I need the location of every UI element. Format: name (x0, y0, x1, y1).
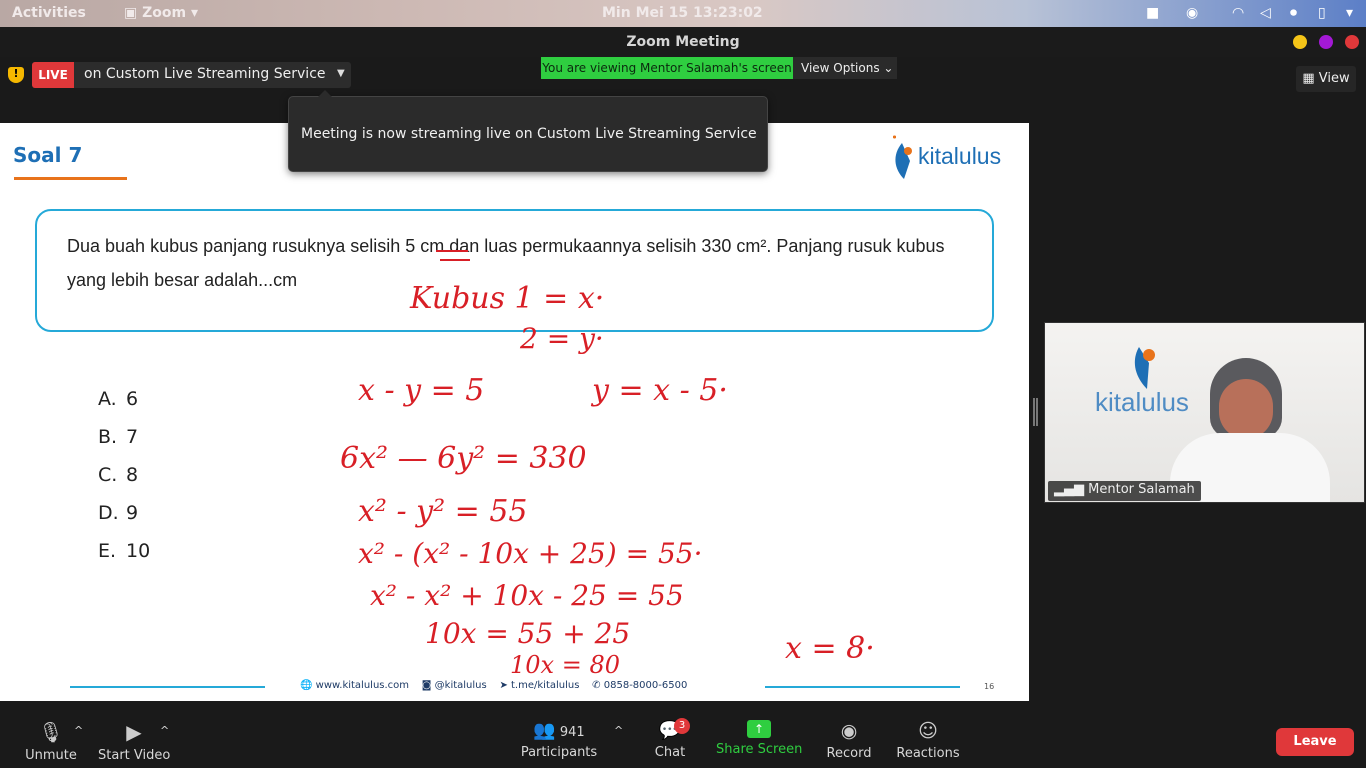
participant-video[interactable]: kitalulus ▂▄▆ Mentor Salamah (1044, 322, 1365, 503)
volume-icon[interactable]: ◁ (1260, 5, 1271, 21)
desktop-topbar: Activities ▣ Zoom ▾ Min Mei 15 13:23:02 … (0, 0, 1366, 27)
live-stream-control[interactable]: LIVE on Custom Live Streaming Service ▼ (32, 62, 351, 88)
minimize-button[interactable] (1293, 35, 1307, 49)
share-screen-button[interactable]: ↑ Share Screen (716, 720, 802, 757)
record-button[interactable]: ◉ Record (824, 720, 874, 761)
participant-name-tag: ▂▄▆ Mentor Salamah (1048, 481, 1201, 501)
grid-icon: ▦ (1302, 71, 1315, 86)
zoom-app-icon: ▣ (124, 5, 138, 21)
discord-tray-icon[interactable]: ◉ (1186, 5, 1198, 21)
ink-line: x² - y² = 55 (358, 494, 528, 529)
whatsapp-icon: ✆ (592, 680, 601, 691)
footer-rule-right (765, 686, 960, 688)
drag-handle[interactable] (1033, 398, 1038, 426)
app-menu[interactable]: ▣ Zoom ▾ (124, 5, 198, 21)
record-icon: ◉ (840, 720, 858, 742)
chat-badge: 3 (674, 718, 690, 734)
footer-rule-left (70, 686, 265, 688)
share-screen-icon: ↑ (747, 720, 771, 738)
signal-icon: ▂▄▆ (1054, 482, 1084, 497)
toast-text: Meeting is now streaming live on Custom … (301, 126, 757, 142)
instagram-icon: ◙ (421, 680, 432, 691)
leave-button[interactable]: Leave (1276, 728, 1354, 756)
participants-button[interactable]: 👥 941 Participants (518, 720, 600, 760)
muted-mic-icon: 🎙 (38, 720, 64, 744)
live-badge: LIVE (32, 62, 74, 88)
meeting-toolbar: 🎙 ^ Unmute ▶︎ ^ Start Video 👥 941 Particip… (0, 716, 1366, 768)
chevron-down-icon: ⌄ (883, 61, 894, 75)
ink-annotations: Kubus 1 = x· 2 = y· x - y = 5 y = x - 5·… (340, 250, 875, 679)
ink-line: 2 = y· (519, 322, 604, 355)
mic-icon[interactable]: ⏺ (1290, 5, 1297, 21)
wall-logo-text: kitalulus (1095, 387, 1189, 417)
security-shield-icon[interactable]: ! (8, 67, 24, 83)
unmute-button[interactable]: 🎙 ^ Unmute (24, 720, 83, 763)
kitalulus-wall-logo-mark (1134, 347, 1155, 389)
ink-line: x² - (x² - 10x + 25) = 55· (358, 537, 703, 570)
participants-icon: 👥 (533, 720, 556, 741)
participants-count: 941 (559, 725, 585, 740)
chat-button[interactable]: 💬 3 Chat (648, 718, 692, 760)
ink-line: Kubus 1 = x· (409, 281, 604, 316)
slide-footer: 🌐 www.kitalulus.com ◙ @kitalulus ➤ t.me/… (300, 680, 688, 691)
page-number: 16 (984, 682, 995, 691)
zoom-tray-icon[interactable]: ■ (1146, 5, 1159, 21)
shared-screen: Soal 7 kitalulus Dua buah kubus panjang … (0, 123, 1029, 701)
ink-line: 6x² — 6y² = 330 (340, 441, 587, 476)
window-titlebar: Zoom Meeting (0, 27, 1366, 57)
activities-button[interactable]: Activities (12, 5, 86, 21)
chevron-down-icon: ▼ (337, 68, 345, 79)
start-video-button[interactable]: ▶︎ ^ Start Video (98, 720, 170, 763)
ink-line: 10x = 55 + 25 (425, 617, 630, 650)
reactions-icon: ☺ (918, 720, 938, 742)
ink-underline (436, 250, 470, 261)
face (1219, 379, 1273, 439)
chevron-up-icon[interactable]: ^ (160, 724, 169, 737)
wifi-icon[interactable]: ◠ (1232, 5, 1244, 21)
ink-line: x² - x² + 10x - 25 = 55 (370, 579, 684, 612)
video-off-icon: ▶︎ (126, 720, 142, 744)
view-button[interactable]: ▦ View (1296, 66, 1356, 92)
battery-icon[interactable]: ▯ (1318, 5, 1326, 21)
ink-line: x = 8· (785, 631, 875, 666)
streaming-toast: Meeting is now streaming live on Custom … (288, 96, 768, 172)
maximize-button[interactable] (1319, 35, 1333, 49)
globe-icon: 🌐 (300, 680, 313, 691)
ink-line: x - y = 5 (358, 373, 484, 408)
chevron-up-icon[interactable]: ^ (614, 724, 623, 737)
close-button[interactable] (1345, 35, 1359, 49)
telegram-icon: ➤ (499, 680, 508, 691)
toast-pointer (318, 90, 332, 97)
ink-line: y = x - 5· (590, 373, 728, 408)
reactions-button[interactable]: ☺ Reactions (896, 720, 960, 761)
power-menu-icon[interactable]: ▾ (1346, 5, 1353, 21)
live-service-label: on Custom Live Streaming Service (84, 66, 326, 82)
ink-line: 10x = 80 (510, 651, 620, 679)
chevron-up-icon[interactable]: ^ (74, 724, 83, 737)
clock[interactable]: Min Mei 15 13:23:02 (602, 5, 763, 21)
window-title: Zoom Meeting (626, 34, 740, 50)
view-options-button[interactable]: View Options ⌄ (793, 57, 897, 79)
screen-share-banner: You are viewing Mentor Salamah's screen (541, 57, 793, 79)
